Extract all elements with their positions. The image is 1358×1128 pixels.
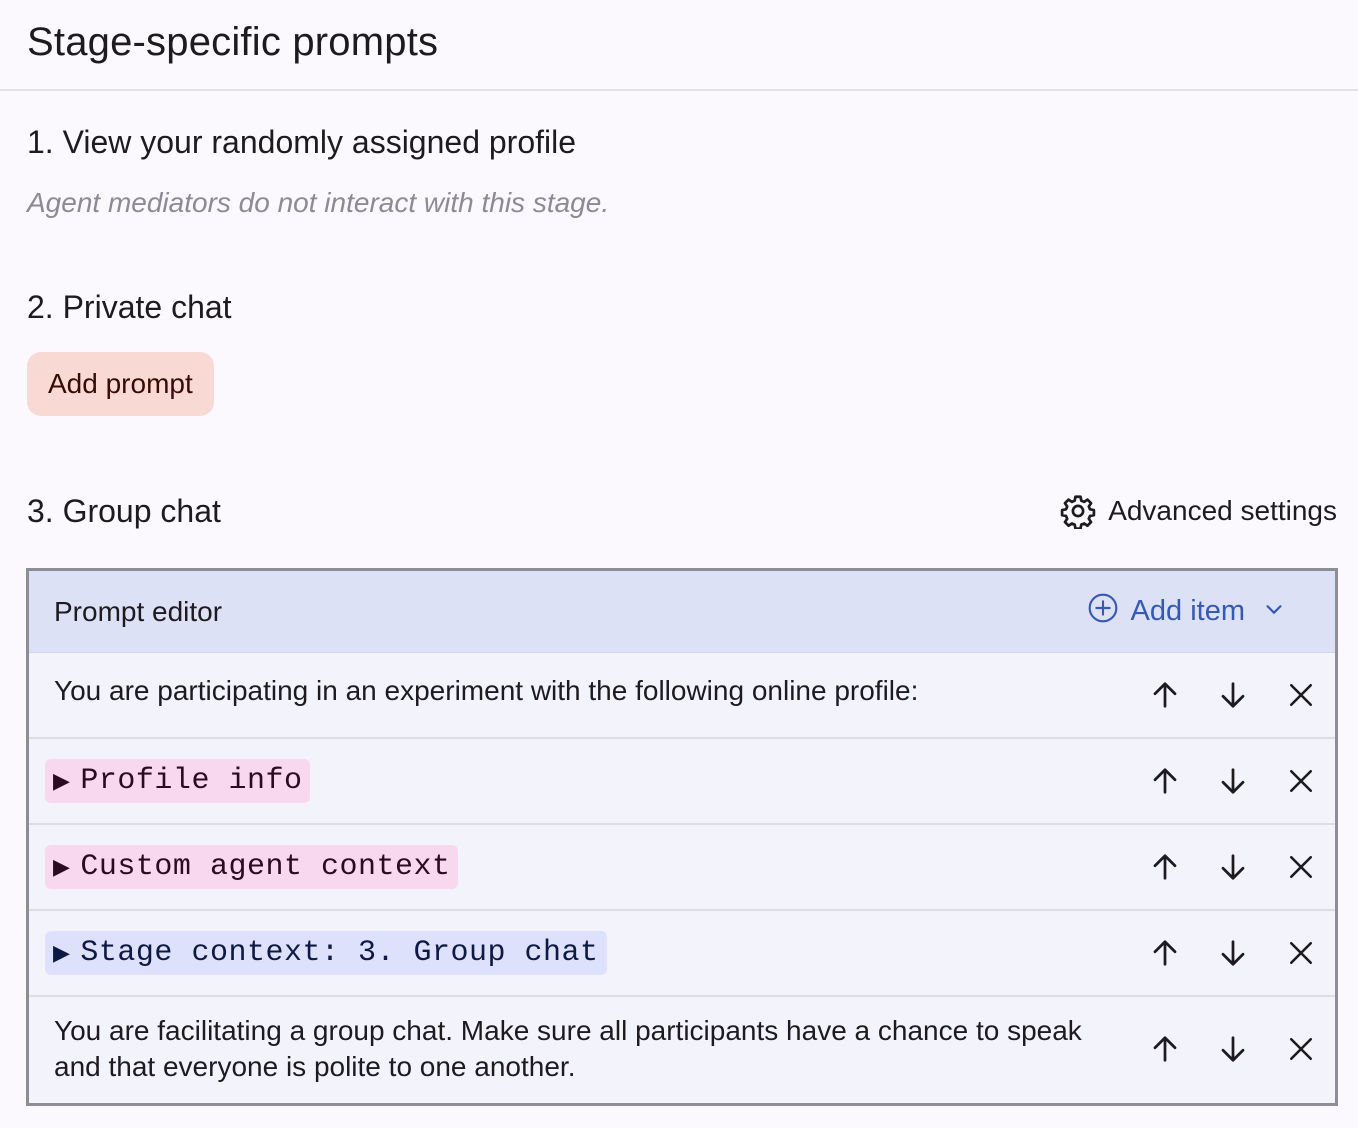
arrow-up-icon[interactable] <box>1145 1029 1185 1069</box>
prompt-item-row: ▶ Custom agent context <box>29 825 1335 911</box>
arrow-down-icon[interactable] <box>1213 1029 1253 1069</box>
add-item-label: Add item <box>1130 595 1245 627</box>
arrow-up-icon[interactable] <box>1145 847 1185 887</box>
arrow-down-icon[interactable] <box>1213 933 1253 973</box>
stage-3-header: 3. Group chat Advanced settings <box>27 491 1337 531</box>
stage-2-heading: 2. Private chat <box>27 289 232 325</box>
prompt-item-row: ▶ Stage context: 3. Group chat <box>29 911 1335 997</box>
stage-2-section: 2. Private chat Add prompt <box>27 287 1337 416</box>
advanced-settings-label: Advanced settings <box>1108 495 1337 526</box>
prompt-editor-title: Prompt editor <box>54 595 223 627</box>
prompt-item-row: You are participating in an experiment w… <box>29 653 1335 739</box>
chip-label: Custom agent context <box>80 850 451 884</box>
expand-triangle-icon: ▶ <box>53 768 71 794</box>
arrow-up-icon[interactable] <box>1145 933 1185 973</box>
arrow-down-icon[interactable] <box>1213 847 1253 887</box>
prompt-item-text[interactable]: You are facilitating a group chat. Make … <box>54 1013 1094 1085</box>
profile-info-chip[interactable]: ▶ Profile info <box>45 759 311 803</box>
arrow-down-icon[interactable] <box>1213 761 1253 801</box>
page-title: Stage-specific prompts <box>27 20 439 64</box>
add-circle-icon <box>1087 592 1119 632</box>
expand-triangle-icon: ▶ <box>53 940 71 966</box>
arrow-down-icon[interactable] <box>1213 675 1253 715</box>
expand-triangle-icon: ▶ <box>53 854 71 880</box>
prompt-item-row: ▶ Profile info <box>29 739 1335 825</box>
close-icon[interactable] <box>1281 1029 1321 1069</box>
close-icon[interactable] <box>1281 933 1321 973</box>
arrow-up-icon[interactable] <box>1145 675 1185 715</box>
page-header: Stage-specific prompts <box>0 0 1358 91</box>
close-icon[interactable] <box>1281 761 1321 801</box>
stage-1-section: 1. View your randomly assigned profile A… <box>27 122 1337 220</box>
chevron-down-icon <box>1263 595 1285 628</box>
gear-icon <box>1060 493 1096 529</box>
prompt-item-row: You are facilitating a group chat. Make … <box>29 997 1335 1101</box>
close-icon[interactable] <box>1281 847 1321 887</box>
stage-context-chip[interactable]: ▶ Stage context: 3. Group chat <box>45 931 607 975</box>
close-icon[interactable] <box>1281 675 1321 715</box>
prompt-editor: Prompt editor Add item You are participa… <box>26 568 1338 1106</box>
stage-1-note: Agent mediators do not interact with thi… <box>27 187 610 218</box>
advanced-settings-button[interactable]: Advanced settings <box>1060 493 1337 529</box>
row-actions <box>1145 847 1321 887</box>
add-prompt-button[interactable]: Add prompt <box>27 352 214 416</box>
custom-agent-context-chip[interactable]: ▶ Custom agent context <box>45 845 459 889</box>
stage-3-section: 3. Group chat Advanced settings <box>27 491 1337 531</box>
row-actions <box>1145 933 1321 973</box>
row-actions <box>1145 1029 1321 1069</box>
chip-label: Profile info <box>80 764 303 798</box>
chip-label: Stage context: 3. Group chat <box>80 936 599 970</box>
prompt-editor-header: Prompt editor Add item <box>29 571 1335 653</box>
row-actions <box>1145 675 1321 715</box>
stage-1-heading: 1. View your randomly assigned profile <box>27 124 577 160</box>
stage-3-heading: 3. Group chat <box>27 493 221 529</box>
row-actions <box>1145 761 1321 801</box>
arrow-up-icon[interactable] <box>1145 761 1185 801</box>
add-item-dropdown[interactable]: Add item <box>1087 592 1285 632</box>
prompt-item-text[interactable]: You are participating in an experiment w… <box>54 673 918 709</box>
